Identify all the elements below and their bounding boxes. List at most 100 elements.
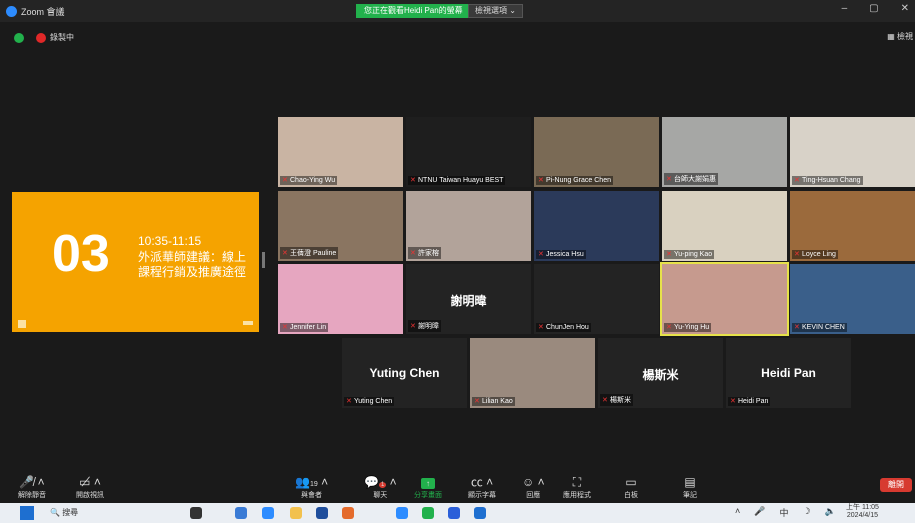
leave-button[interactable]: 離開 bbox=[880, 478, 912, 492]
participant-name: Jennifer Lin bbox=[290, 324, 327, 331]
chrome-icon[interactable] bbox=[342, 507, 354, 519]
store-icon[interactable] bbox=[316, 507, 328, 519]
view-button[interactable]: ▦ 檢視 bbox=[887, 31, 913, 42]
taskbar-clock[interactable]: 上午 11:05 2024/4/15 bbox=[846, 504, 879, 520]
participant-name-label: ✕ 王蒨澄 Pauline bbox=[280, 247, 339, 259]
taskview-icon[interactable] bbox=[190, 507, 202, 519]
participant-name-label: ✕ Loyce Ling bbox=[792, 250, 838, 259]
participant-tile[interactable]: ✕ Ting-Hsuan Chang bbox=[790, 117, 915, 187]
more-dots-icon[interactable] bbox=[243, 321, 253, 325]
mic-muted-icon: ✕ bbox=[346, 398, 352, 405]
participant-name: Jessica Hsu bbox=[546, 251, 584, 258]
participant-tile[interactable]: ✕ Jennifer Lin bbox=[278, 264, 403, 334]
mic-muted-icon: ✕ bbox=[282, 249, 288, 257]
participant-tile[interactable]: ✕ Yu-Ying Hu bbox=[660, 262, 789, 336]
participant-tile[interactable]: ✕ 王蒨澄 Pauline bbox=[278, 191, 403, 261]
mic-tray-icon[interactable]: 🎤 bbox=[754, 506, 765, 519]
participant-name: Chao-Ying Wu bbox=[290, 177, 336, 184]
splitter-handle[interactable] bbox=[262, 252, 265, 268]
participants-button[interactable]: 👥19 ˄ 與會者 bbox=[295, 474, 328, 500]
participant-display-name: 謝明暐 bbox=[450, 294, 487, 308]
captions-button[interactable]: ㏄ ˄ 顯示字幕 bbox=[468, 474, 496, 500]
participant-name-label: ✕ Yu-Ying Hu bbox=[664, 323, 712, 332]
participant-name: Loyce Ling bbox=[802, 251, 836, 258]
windows-start-icon[interactable] bbox=[20, 506, 34, 520]
window-title: Zoom 會議 bbox=[21, 6, 65, 17]
participant-tile[interactable]: ✕ KEVIN CHEN bbox=[790, 264, 915, 334]
participant-name-label: ✕ 楊斯米 bbox=[600, 394, 633, 406]
close-button[interactable]: ✕ bbox=[901, 3, 909, 14]
mic-muted-icon: ✕ bbox=[730, 398, 736, 405]
participant-tile[interactable]: ✕ 許家榕 bbox=[406, 191, 531, 261]
participant-tile[interactable]: ✕ ChunJen Hou bbox=[534, 264, 659, 334]
mic-muted-icon: ✕ bbox=[410, 177, 416, 184]
edge-icon[interactable] bbox=[262, 507, 274, 519]
mic-muted-icon: ✕ bbox=[666, 251, 672, 258]
participant-tile[interactable]: ✕ Loyce Ling bbox=[790, 191, 915, 261]
notes-button[interactable]: ▤ 筆記 bbox=[683, 474, 697, 500]
maximize-button[interactable]: ▢ bbox=[869, 3, 878, 14]
security-shield-icon[interactable] bbox=[14, 33, 24, 43]
chat-badge: 1 bbox=[378, 482, 387, 488]
chat-icon: 💬 1 ˄ bbox=[364, 475, 397, 489]
moon-icon[interactable]: ☽ bbox=[803, 506, 811, 519]
participant-tile[interactable]: ✕ Yu-ping Kao bbox=[662, 191, 787, 261]
line-icon[interactable] bbox=[422, 507, 434, 519]
participant-tile[interactable]: ✕ 台師大謝娟惠 bbox=[662, 117, 787, 187]
teams-icon[interactable] bbox=[474, 507, 486, 519]
mic-muted-icon: ✕ bbox=[474, 398, 480, 405]
mic-muted-icon: ✕ bbox=[538, 324, 544, 331]
unmute-button[interactable]: 🎤̸ ˄ 解除靜音 bbox=[18, 474, 46, 500]
whiteboard-button[interactable]: ▭ 白板 bbox=[624, 474, 638, 500]
participant-tile[interactable]: Yuting Chen ✕ Yuting Chen bbox=[342, 338, 467, 408]
participant-tile[interactable]: ✕ NTNU Taiwan Huayu BEST bbox=[406, 117, 531, 187]
reactions-button[interactable]: ☺ ˄ 回應 bbox=[522, 474, 545, 500]
meeting-toolbar bbox=[0, 461, 915, 499]
participant-tile[interactable]: Heidi Pan ✕ Heidi Pan bbox=[726, 338, 851, 408]
participant-name-label: ✕ NTNU Taiwan Huayu BEST bbox=[408, 176, 506, 185]
share-screen-button[interactable]: ↑ 分享畫面 bbox=[414, 474, 442, 500]
mic-muted-icon: ✕ bbox=[538, 177, 544, 184]
participant-tile[interactable]: 謝明暐 ✕ 謝明暐 bbox=[406, 264, 531, 334]
chat-button[interactable]: 💬 1 ˄ 聊天 bbox=[364, 474, 397, 500]
participant-name: Yu-Ying Hu bbox=[674, 324, 710, 331]
taskbar-search[interactable]: 🔍 搜尋 bbox=[44, 505, 144, 521]
window-controls: – ▢ ✕ bbox=[842, 3, 909, 14]
ime-indicator[interactable]: 中 bbox=[779, 506, 788, 519]
mic-muted-icon: ✕ bbox=[282, 177, 288, 184]
participant-name-label: ✕ Ting-Hsuan Chang bbox=[792, 176, 863, 185]
shared-screen-thumbnail[interactable]: 03 10:35-11:15 外派華師建議：線上課程行銷及推廣途徑 bbox=[12, 192, 259, 332]
mic-muted-icon: ✕ bbox=[602, 396, 608, 404]
mail-icon[interactable] bbox=[448, 507, 460, 519]
chevron-up-icon[interactable]: ˄ bbox=[735, 506, 740, 519]
app-icon[interactable] bbox=[235, 507, 247, 519]
mic-muted-icon: ✕ bbox=[794, 324, 800, 331]
apps-button[interactable]: ⛶ 應用程式 bbox=[563, 474, 591, 500]
participant-name-label: ✕ Heidi Pan bbox=[728, 397, 771, 406]
share-screen-icon: ↑ bbox=[414, 474, 442, 490]
start-video-button[interactable]: ▭̸ ˄ 開啟視訊 bbox=[76, 474, 104, 500]
view-options-button[interactable]: 檢視選項 ⌄ bbox=[468, 4, 523, 18]
participant-tile[interactable]: 楊斯米 ✕ 楊斯米 bbox=[598, 338, 723, 408]
recording-label: 錄製中 bbox=[50, 33, 74, 42]
app-title: Zoom 會議 bbox=[6, 5, 65, 18]
participant-name: Lilian Kao bbox=[482, 398, 513, 405]
participant-tile[interactable]: ✕ Lilian Kao bbox=[470, 338, 595, 408]
mic-muted-icon: 🎤̸ ˄ bbox=[19, 475, 45, 489]
speaker-icon[interactable]: 🔈 bbox=[825, 506, 836, 519]
participant-name-label: ✕ Pi-Nung Grace Chen bbox=[536, 176, 613, 185]
zoom-taskbar-icon[interactable] bbox=[396, 507, 408, 519]
file-explorer-icon[interactable] bbox=[290, 507, 302, 519]
meeting-info-bar bbox=[0, 22, 915, 48]
mic-muted-icon: ✕ bbox=[666, 175, 672, 183]
minimize-button[interactable]: – bbox=[842, 3, 848, 14]
captions-icon: ㏄ ˄ bbox=[470, 475, 494, 489]
participant-name-label: ✕ 許家榕 bbox=[408, 247, 441, 259]
participant-tile[interactable]: ✕ Pi-Nung Grace Chen bbox=[534, 117, 659, 187]
mic-muted-icon: ✕ bbox=[794, 177, 800, 184]
participant-name-label: ✕ Chao-Ying Wu bbox=[280, 176, 338, 185]
participant-tile[interactable]: ✕ Jessica Hsu bbox=[534, 191, 659, 261]
mic-muted-icon: ✕ bbox=[666, 324, 672, 331]
participant-tile[interactable]: ✕ Chao-Ying Wu bbox=[278, 117, 403, 187]
zoom-logo-icon bbox=[6, 5, 17, 17]
